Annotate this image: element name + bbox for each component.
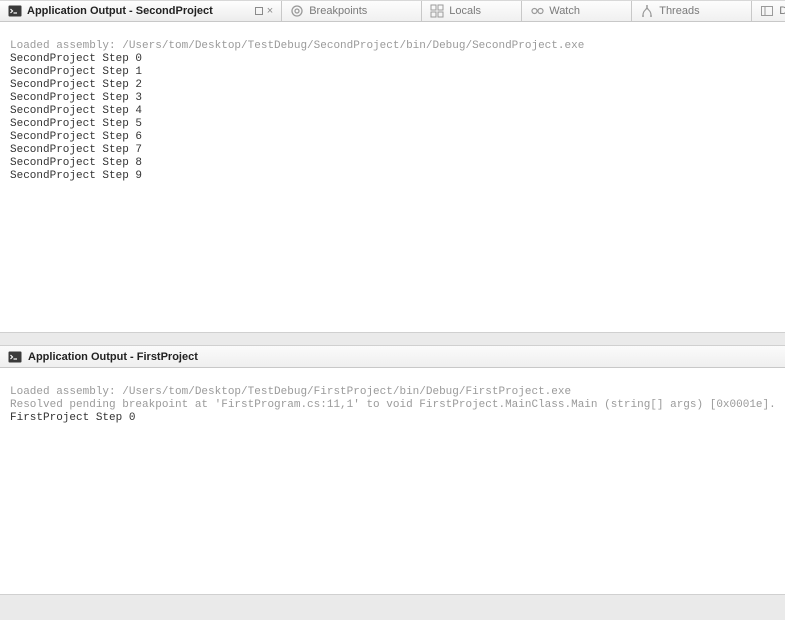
tab-label: Breakpoints	[309, 5, 367, 17]
output-line: SecondProject Step 2	[10, 79, 142, 91]
tab-watch[interactable]: Watch	[522, 1, 632, 21]
tab-debug[interactable]: De	[752, 1, 785, 21]
tab-label: Application Output - SecondProject	[27, 5, 213, 17]
output-line: SecondProject Step 6	[10, 131, 142, 143]
tab-label: De	[779, 5, 785, 17]
output-line: SecondProject Step 3	[10, 92, 142, 104]
top-pane: Application Output - SecondProject × Bre…	[0, 0, 785, 332]
bottom-output: Loaded assembly: /Users/tom/Desktop/Test…	[0, 368, 785, 431]
watch-icon	[530, 4, 544, 18]
tab-close-icon[interactable]: ×	[267, 6, 273, 17]
output-line: SecondProject Step 8	[10, 157, 142, 169]
output-line: SecondProject Step 1	[10, 66, 142, 78]
terminal-icon	[8, 4, 22, 18]
tab-bar: Application Output - SecondProject × Bre…	[0, 0, 785, 22]
tab-application-output[interactable]: Application Output - SecondProject ×	[0, 1, 282, 21]
bottom-pane: Application Output - FirstProject Loaded…	[0, 346, 785, 620]
threads-icon	[640, 4, 654, 18]
tab-breakpoints[interactable]: Breakpoints	[282, 1, 422, 21]
output-line: SecondProject Step 0	[10, 53, 142, 65]
output-line: SecondProject Step 5	[10, 118, 142, 130]
status-bar	[0, 594, 785, 620]
tab-label: Watch	[549, 5, 580, 17]
terminal-icon	[8, 350, 22, 364]
pane-divider[interactable]	[0, 332, 785, 346]
tab-locals[interactable]: Locals	[422, 1, 522, 21]
output-line: FirstProject Step 0	[10, 412, 135, 424]
tab-minimize-icon[interactable]	[255, 7, 263, 15]
output-line-assembly: Loaded assembly: /Users/tom/Desktop/Test…	[10, 40, 584, 52]
locals-icon	[430, 4, 444, 18]
panel-icon	[760, 4, 774, 18]
output-line: SecondProject Step 9	[10, 170, 142, 182]
tab-label: Locals	[449, 5, 481, 17]
output-line-resolved: Resolved pending breakpoint at 'FirstPro…	[10, 399, 776, 411]
tab-label: Threads	[659, 5, 699, 17]
bottom-header-title: Application Output - FirstProject	[28, 351, 198, 363]
output-line: SecondProject Step 4	[10, 105, 142, 117]
bottom-header: Application Output - FirstProject	[0, 346, 785, 368]
tab-threads[interactable]: Threads	[632, 1, 752, 21]
tab-controls: ×	[255, 6, 273, 17]
top-output: Loaded assembly: /Users/tom/Desktop/Test…	[0, 22, 785, 189]
output-line: SecondProject Step 7	[10, 144, 142, 156]
breakpoint-icon	[290, 4, 304, 18]
output-line-assembly: Loaded assembly: /Users/tom/Desktop/Test…	[10, 386, 571, 398]
